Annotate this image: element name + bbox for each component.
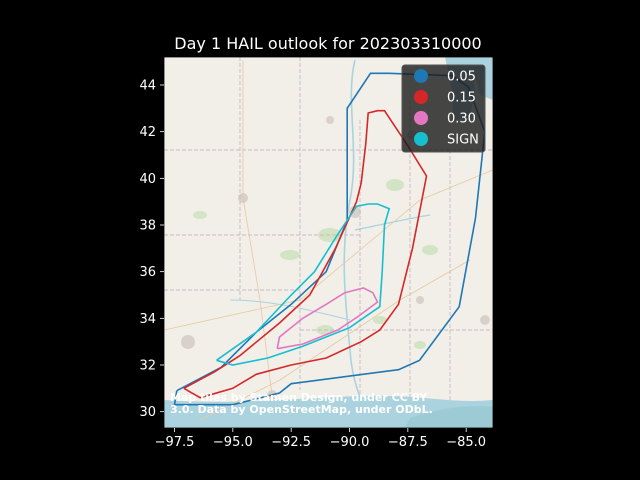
legend-label: 0.05 bbox=[447, 70, 476, 85]
x-tick-label: −95.0 bbox=[213, 435, 253, 450]
y-tick-label: 32 bbox=[139, 359, 156, 374]
legend-marker bbox=[414, 69, 428, 83]
attribution-line-2: 3.0. Data by OpenStreetMap, under ODbL. bbox=[170, 403, 433, 416]
x-tick-label: −90.0 bbox=[330, 435, 370, 450]
legend-marker bbox=[414, 111, 428, 125]
legend-label: SIGN bbox=[447, 133, 479, 148]
x-tick-label: −92.5 bbox=[271, 435, 311, 450]
x-tick-label: −97.5 bbox=[155, 435, 195, 450]
y-tick-label: 42 bbox=[139, 125, 156, 140]
y-tick-label: 38 bbox=[139, 219, 156, 234]
y-tick-label: 34 bbox=[139, 312, 156, 327]
y-tick-label: 30 bbox=[139, 405, 156, 420]
y-tick-label: 44 bbox=[139, 79, 156, 94]
legend-marker bbox=[414, 90, 428, 104]
map-attribution: Map tiles by Stamen Design, under CC BY … bbox=[170, 391, 433, 416]
y-tick-label: 36 bbox=[139, 265, 156, 280]
legend: 0.05 0.15 0.30 SIGN bbox=[401, 64, 486, 153]
chart-title: Day 1 HAIL outlook for 202303310000 bbox=[174, 34, 481, 53]
legend-marker bbox=[414, 132, 428, 146]
legend-label: 0.15 bbox=[447, 91, 476, 106]
x-tick-label: −85.0 bbox=[446, 435, 486, 450]
hail-outlook-figure: Day 1 HAIL outlook for 202303310000 Map … bbox=[0, 0, 640, 480]
x-tick-label: −87.5 bbox=[388, 435, 428, 450]
y-tick-label: 40 bbox=[139, 172, 156, 187]
legend-label: 0.30 bbox=[447, 112, 476, 127]
